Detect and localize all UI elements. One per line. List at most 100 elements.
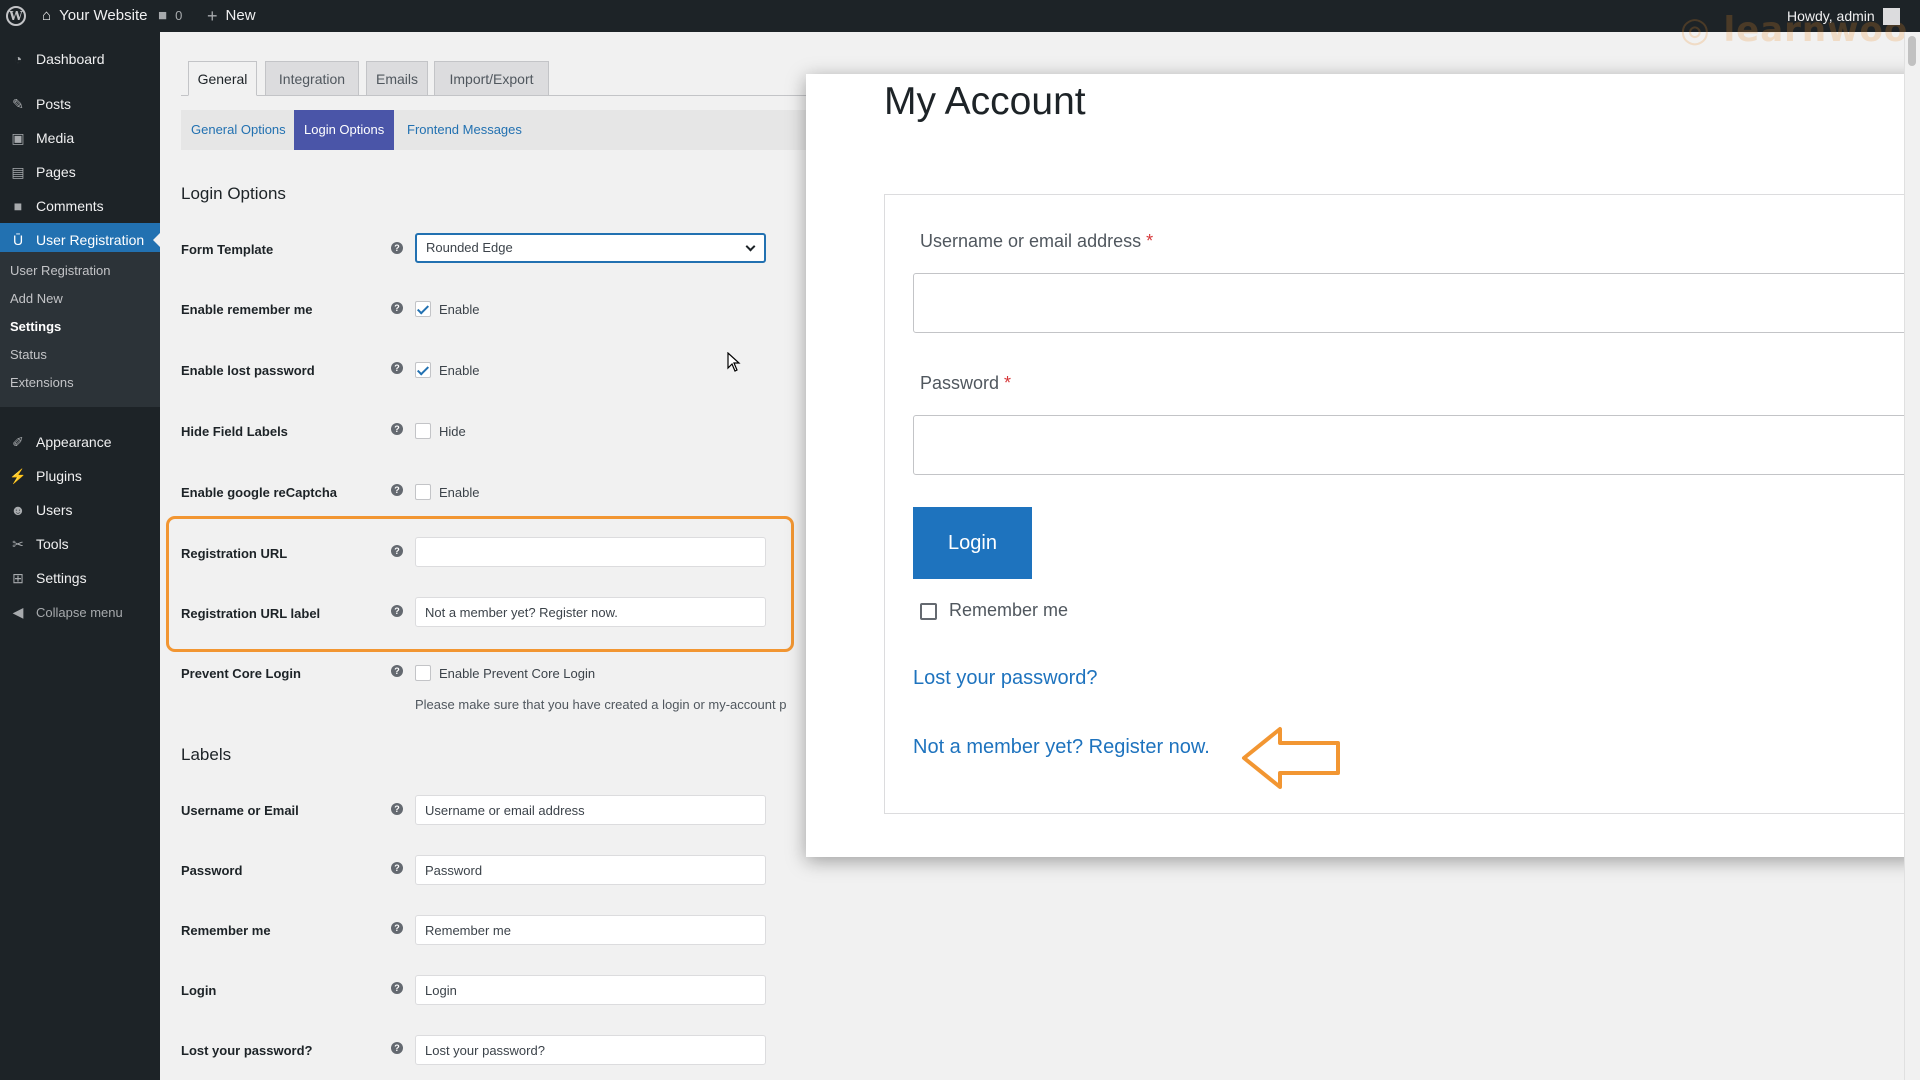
admin-bar: W ⌂ Your Website ■ 0 + New ◎ learnwoo Ho… (0, 0, 1920, 50)
tab-emails[interactable]: Emails (366, 61, 428, 96)
chevron-down-icon (745, 241, 756, 252)
prevent-core-login-checkbox[interactable] (415, 665, 431, 681)
username-input[interactable] (913, 273, 1920, 333)
my-account-title: My Account (884, 80, 1086, 123)
my-account-link[interactable]: Howdy, admin (1787, 0, 1900, 32)
submenu-add-new[interactable]: Add New (10, 291, 63, 306)
remember-me-label-input[interactable] (415, 915, 766, 945)
prevent-core-login-note: Please make sure that you have created a… (415, 697, 787, 712)
labels-title: Labels (181, 745, 232, 764)
hide-field-labels-checkbox-label: Hide (439, 424, 466, 439)
remember-me-checkbox[interactable] (920, 603, 937, 620)
wp-logo-icon[interactable]: W (6, 0, 26, 32)
subtab-login-options[interactable]: Login Options (294, 110, 395, 150)
required-mark: * (1004, 373, 1012, 393)
label-row-remember-me: Remember me (181, 923, 271, 938)
required-mark: * (1146, 231, 1154, 251)
password-input[interactable] (913, 415, 1920, 475)
recaptcha-label: Enable google reCaptcha (181, 485, 338, 500)
help-icon[interactable]: ? (391, 484, 403, 496)
collapse-menu-button[interactable]: ◀ Collapse menu (0, 595, 160, 629)
submenu-user-registration[interactable]: User Registration (10, 263, 110, 278)
collapse-icon: ◀ (12, 603, 24, 620)
label-row-login: Login (181, 983, 217, 998)
submenu-extensions[interactable]: Extensions (10, 375, 74, 390)
help-icon[interactable]: ? (391, 1042, 403, 1054)
login-options-title: Login Options (181, 184, 286, 203)
password-label-input[interactable] (415, 855, 766, 885)
tab-general[interactable]: General (188, 61, 257, 96)
arrow-left-icon (1242, 727, 1340, 789)
settings-icon: ⊞ (12, 569, 24, 586)
scrollbar-thumb[interactable] (1908, 36, 1916, 66)
lost-password-link[interactable]: Lost your password? (913, 667, 1098, 690)
comment-icon: ■ (158, 7, 168, 24)
help-icon[interactable]: ? (391, 545, 403, 557)
help-icon[interactable]: ? (391, 982, 403, 994)
username-label-input[interactable] (415, 795, 766, 825)
submenu-status[interactable]: Status (10, 347, 47, 362)
comments-count: 0 (175, 8, 183, 23)
registration-url-label-input[interactable] (415, 597, 766, 627)
avatar (1882, 7, 1900, 25)
registration-url-input[interactable] (415, 537, 766, 567)
hide-field-labels-checkbox[interactable] (415, 423, 431, 439)
remember-me-label: Enable remember me (181, 302, 313, 317)
plus-icon: + (207, 6, 218, 26)
label-row-lost-password: Lost your password? (181, 1043, 313, 1058)
my-account-preview-panel: My Account Username or email address * P… (806, 74, 1920, 857)
sidebar-item-users[interactable]: ☻ Users (0, 493, 160, 527)
form-template-select[interactable]: Rounded Edge (415, 233, 766, 263)
help-icon[interactable]: ? (391, 862, 403, 874)
remember-me-checkbox-label: Enable (439, 302, 480, 317)
help-icon[interactable]: ? (391, 423, 403, 435)
password-label: Password * (920, 373, 1012, 393)
site-name: Your Website (59, 7, 148, 24)
label-row-username: Username or Email (181, 803, 299, 818)
media-icon: ▣ (11, 129, 25, 146)
wrench-icon: ✂ (12, 535, 24, 552)
page-scrollbar[interactable] (1904, 32, 1920, 1080)
help-icon[interactable]: ? (391, 922, 403, 934)
admin-sidebar: ◔ Dashboard ✎ Posts ▣ Media ▤ Pages ■ Comment… (0, 32, 161, 1080)
remember-me-checkbox[interactable] (415, 301, 431, 317)
recaptcha-checkbox[interactable] (415, 484, 431, 500)
form-template-label: Form Template (181, 242, 274, 257)
user-registration-submenu: User Registration Add New Settings Statu… (0, 252, 160, 407)
new-label: New (225, 7, 256, 24)
sidebar-item-media[interactable]: ▣ Media (0, 121, 160, 155)
login-label-input[interactable] (415, 975, 766, 1005)
new-content-link[interactable]: + New (207, 0, 256, 32)
remember-me-label: Remember me (949, 600, 1069, 620)
lost-password-checkbox[interactable] (415, 362, 431, 378)
help-icon[interactable]: ? (391, 803, 403, 815)
help-icon[interactable]: ? (391, 362, 403, 374)
mouse-cursor-icon (727, 352, 741, 372)
sidebar-item-pages[interactable]: ▤ Pages (0, 155, 160, 189)
sidebar-item-plugins[interactable]: ⚡ Plugins (0, 459, 160, 493)
sidebar-item-comments[interactable]: ■ Comments (0, 189, 160, 223)
site-name-link[interactable]: ⌂ Your Website (42, 0, 147, 32)
comments-link[interactable]: ■ 0 (158, 0, 182, 32)
subtab-general-options[interactable]: General Options (181, 110, 296, 150)
sidebar-item-dashboard[interactable]: ◔ Dashboard (0, 42, 160, 76)
user-registration-icon: Ū (12, 232, 24, 248)
brush-icon: ✐ (12, 433, 24, 450)
help-icon[interactable]: ? (391, 665, 403, 677)
tab-import-export[interactable]: Import/Export (434, 61, 549, 96)
lost-password-label-input[interactable] (415, 1035, 766, 1065)
register-link[interactable]: Not a member yet? Register now. (913, 736, 1210, 759)
sidebar-item-appearance[interactable]: ✐ Appearance (0, 425, 160, 459)
sidebar-item-posts[interactable]: ✎ Posts (0, 87, 160, 121)
login-button[interactable]: Login (913, 507, 1032, 579)
help-icon[interactable]: ? (391, 605, 403, 617)
submenu-settings[interactable]: Settings (10, 319, 61, 334)
sidebar-item-tools[interactable]: ✂ Tools (0, 527, 160, 561)
help-icon[interactable]: ? (391, 302, 403, 314)
tab-integration[interactable]: Integration (265, 61, 359, 96)
users-icon: ☻ (10, 502, 26, 518)
sidebar-item-settings[interactable]: ⊞ Settings (0, 561, 160, 595)
help-icon[interactable]: ? (391, 242, 403, 254)
subtab-frontend-messages[interactable]: Frontend Messages (397, 110, 532, 150)
pages-icon: ▤ (11, 163, 25, 180)
